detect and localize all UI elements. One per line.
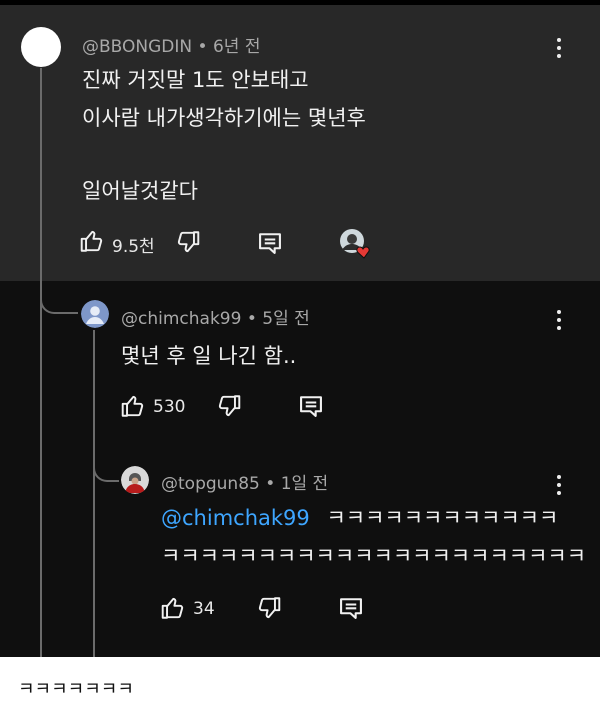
mention-link[interactable]: @chimchak99 [161,506,310,530]
meta-separator: • [265,474,276,494]
comment-age: 6년 전 [212,37,261,57]
dislike-icon[interactable] [256,595,282,621]
reply-icon[interactable] [337,594,365,622]
thread-connector-reply-1 [40,284,78,314]
comment-text-line: ㅋㅋㅋㅋㅋㅋㅋㅋㅋㅋㅋㅋㅋㅋㅋㅋㅋㅋㅋㅋㅋㅋ [161,544,587,568]
avatar-bbongdin[interactable] [21,27,61,67]
thread-line-reply [93,330,95,657]
comment-text-line: 일어날것같다 [82,179,198,203]
reply-icon[interactable] [256,229,284,257]
comment-author[interactable]: @BBONGDIN [82,37,192,57]
comment-age: 5일 전 [262,309,310,329]
more-options-icon[interactable] [554,38,564,62]
comment-text: ㅋㅋㅋㅋㅋㅋㅋㅋㅋㅋㅋㅋ [326,506,559,530]
avatar-chimchak99[interactable] [81,300,109,328]
comment-meta: @chimchak99 • 5일 전 [121,304,310,329]
thread-line-main [40,68,42,657]
creator-avatar-icon [340,229,370,259]
avatar-topgun85[interactable] [121,466,149,494]
post-caption: ㅋㅋㅋㅋㅋㅋㅋ [18,679,134,700]
like-count: 9.5천 [112,237,155,257]
like-icon[interactable] [120,393,146,419]
meta-separator: • [246,309,257,329]
reply-icon[interactable] [297,392,325,420]
comment-meta: @topgun85 • 1일 전 [161,469,328,494]
like-count: 530 [153,397,186,417]
comment-author[interactable]: @chimchak99 [121,309,241,329]
like-icon[interactable] [79,228,105,254]
creator-heart-badge [337,228,373,260]
more-options-icon[interactable] [554,310,564,334]
like-count: 34 [193,599,215,619]
comment-meta: @BBONGDIN • 6년 전 [82,32,260,57]
dislike-icon[interactable] [216,393,242,419]
comment-text-line: 몇년 후 일 나긴 함.. [121,344,297,368]
comment-text-line: 진짜 거짓말 1도 안보태고 [82,68,309,92]
like-icon[interactable] [160,595,186,621]
comment-text-line: @chimchak99 ㅋㅋㅋㅋㅋㅋㅋㅋㅋㅋㅋㅋ [161,502,558,532]
more-options-icon[interactable] [554,475,564,499]
comments-screen: @BBONGDIN • 6년 전 진짜 거짓말 1도 안보태고 이사람 내가생각… [0,0,600,657]
thread-connector-reply-2 [93,458,119,482]
meta-separator: • [197,37,208,57]
comment-text-line: 이사람 내가생각하기에는 몇년후 [82,106,366,130]
comment-age: 1일 전 [280,474,329,494]
comment-author[interactable]: @topgun85 [161,474,260,494]
dislike-icon[interactable] [175,229,201,255]
